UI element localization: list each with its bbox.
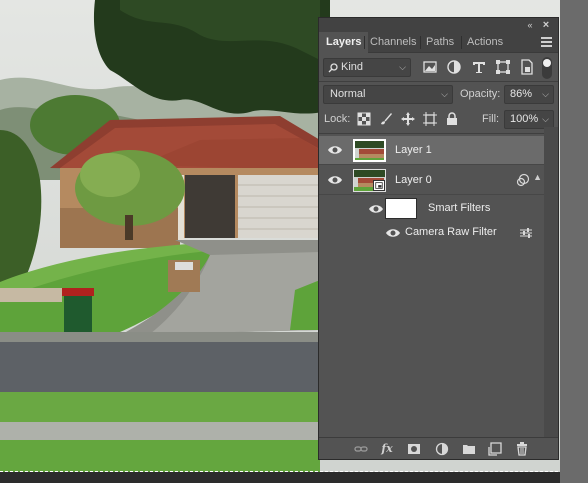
layer-name[interactable]: Layer 0 — [395, 166, 432, 195]
link-layers-icon[interactable] — [354, 442, 368, 456]
smart-filters-label: Smart Filters — [428, 202, 491, 214]
panel-title-bar[interactable]: « × — [319, 18, 558, 32]
opacity-label: Opacity: — [460, 88, 501, 100]
lock-artboard-icon[interactable] — [423, 112, 437, 126]
shape-filter-icon[interactable] — [494, 58, 512, 76]
filter-blending-options-icon[interactable] — [520, 228, 532, 238]
blend-mode-select[interactable]: Normal ⌵ — [323, 85, 453, 104]
filter-mask-thumbnail[interactable] — [385, 198, 417, 219]
chevron-down-icon: ⌵ — [542, 89, 549, 99]
lock-row: Lock: Fill: 100% ⌵ — [319, 108, 558, 132]
filter-name[interactable]: Camera Raw Filter — [405, 226, 497, 238]
lock-image-pixels-icon[interactable] — [379, 112, 393, 126]
smart-object-filter-icon[interactable] — [518, 58, 536, 76]
lock-all-icon[interactable] — [445, 112, 459, 126]
tab-channels[interactable]: Channels — [363, 32, 423, 53]
layer-row-layer-1[interactable]: Layer 1 — [319, 136, 544, 165]
type-filter-icon[interactable] — [470, 58, 488, 76]
canvas-right-edge — [560, 0, 588, 483]
filter-kind-select[interactable]: Kind ⌵ — [323, 58, 411, 77]
fill-value: 100% — [510, 113, 539, 125]
layers-panel-footer: fx — [319, 437, 558, 459]
fill-label: Fill: — [482, 113, 500, 125]
layers-panel: « × Layers Channels Paths Actions Kind ⌵ — [318, 17, 559, 460]
chevron-down-icon: ⌵ — [399, 62, 406, 72]
smart-filters-row[interactable]: Smart Filters — [319, 196, 544, 222]
blend-row: Normal ⌵ Opacity: 86% ⌵ — [319, 83, 558, 107]
opacity-field[interactable]: 86% ⌵ — [504, 85, 554, 104]
lock-position-icon[interactable] — [401, 112, 415, 126]
visibility-eye-icon[interactable] — [328, 144, 342, 156]
chevron-down-icon: ⌵ — [542, 114, 549, 124]
blend-mode-value: Normal — [330, 88, 366, 100]
delete-layer-trash-icon[interactable] — [515, 442, 529, 456]
panel-tab-bar: Layers Channels Paths Actions — [319, 32, 558, 53]
visibility-eye-icon[interactable] — [369, 203, 383, 215]
visibility-eye-icon[interactable] — [328, 174, 342, 186]
new-adjustment-layer-icon[interactable] — [435, 442, 449, 456]
tab-layers[interactable]: Layers — [319, 32, 369, 53]
search-icon — [328, 63, 338, 73]
panel-menu-icon[interactable] — [541, 37, 552, 47]
filter-toggle-switch[interactable] — [542, 57, 552, 79]
layer-name[interactable]: Layer 1 — [395, 136, 432, 165]
collapse-arrow-icon[interactable]: ▲ — [533, 172, 542, 182]
opacity-value: 86% — [510, 88, 533, 100]
new-group-folder-icon[interactable] — [462, 442, 476, 456]
layer-thumbnail[interactable] — [353, 139, 386, 162]
add-layer-mask-icon[interactable] — [407, 442, 421, 456]
divider — [319, 81, 558, 82]
close-panel-icon[interactable]: × — [540, 19, 552, 31]
layer-style-fx-icon[interactable]: fx — [380, 442, 394, 456]
layer-thumbnail-image — [355, 141, 384, 160]
chevron-down-icon: ⌵ — [441, 89, 448, 99]
new-layer-icon[interactable] — [488, 442, 502, 456]
filter-kind-label: Kind — [341, 61, 364, 73]
lock-label: Lock: — [324, 113, 351, 125]
tab-paths[interactable]: Paths — [419, 32, 461, 53]
smart-filter-indicator-icon — [516, 173, 530, 187]
lock-transparent-pixels-icon[interactable] — [357, 112, 371, 126]
visibility-eye-icon[interactable] — [386, 227, 400, 239]
layer-row-layer-0[interactable]: Layer 0 ▲ — [319, 166, 544, 195]
collapse-panel-icon[interactable]: « — [524, 19, 536, 31]
tab-actions[interactable]: Actions — [460, 32, 510, 53]
adjustment-filter-icon[interactable] — [445, 58, 463, 76]
layer-filter-row: Kind ⌵ — [319, 55, 558, 81]
camera-raw-filter-row[interactable]: Camera Raw Filter — [319, 222, 544, 244]
smart-object-badge-icon — [373, 180, 385, 191]
divider — [319, 133, 558, 134]
layers-scrollbar[interactable] — [544, 127, 558, 438]
pixel-filter-icon[interactable] — [421, 58, 439, 76]
